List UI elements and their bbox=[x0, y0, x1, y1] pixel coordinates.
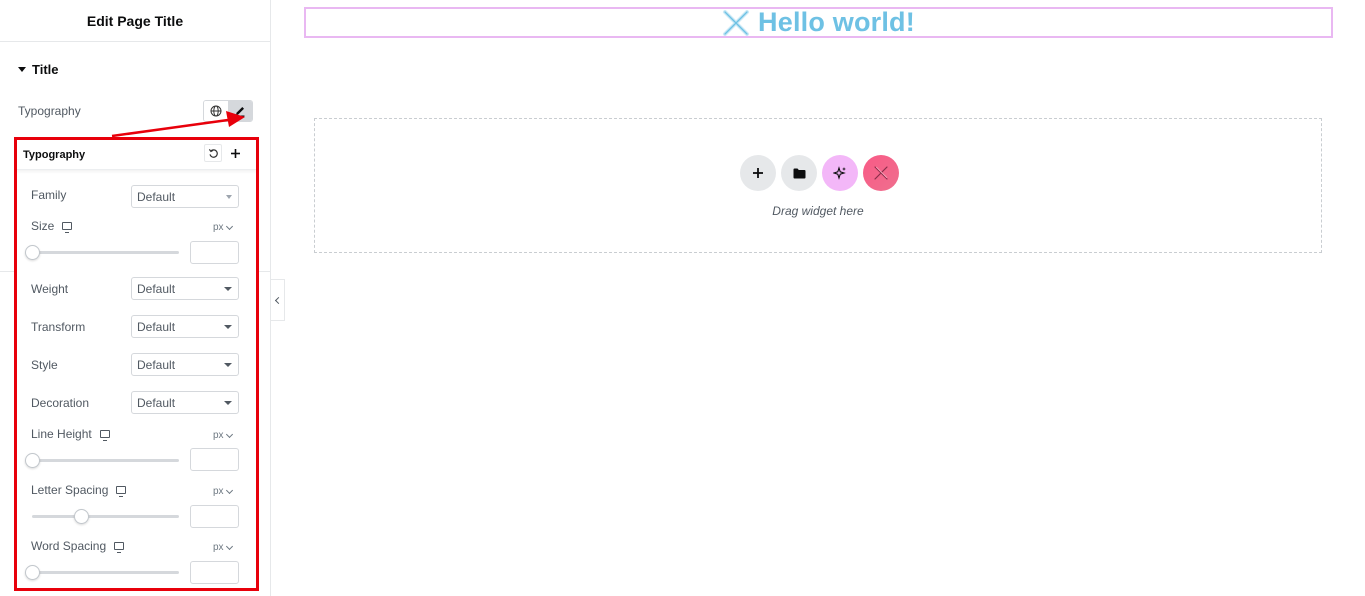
letter-spacing-label-text: Letter Spacing bbox=[31, 483, 109, 497]
ai-assistant-button[interactable] bbox=[822, 155, 858, 191]
section-toggle-title[interactable]: Title bbox=[18, 62, 59, 77]
word-spacing-unit-select[interactable]: px bbox=[213, 542, 233, 553]
size-input[interactable] bbox=[190, 241, 239, 264]
style-label-text: Style bbox=[31, 358, 58, 372]
size-slider[interactable] bbox=[25, 245, 179, 260]
chevron-down-icon bbox=[224, 363, 232, 367]
typography-controls bbox=[203, 100, 253, 122]
weight-select[interactable]: Default bbox=[131, 277, 239, 300]
drag-widget-hint: Drag widget here bbox=[772, 204, 864, 218]
typography-popover: Typography Family Default Size px Weight… bbox=[14, 137, 259, 591]
line-height-slider[interactable] bbox=[25, 453, 179, 468]
weight-label: Weight bbox=[31, 282, 68, 296]
panel-header: Edit Page Title bbox=[0, 0, 270, 42]
collapse-panel-button[interactable] bbox=[271, 279, 285, 321]
word-spacing-unit: px bbox=[213, 542, 224, 553]
plus-icon bbox=[753, 168, 763, 178]
letter-spacing-input[interactable] bbox=[190, 505, 239, 528]
style-label: Style bbox=[31, 358, 58, 372]
chevron-left-icon bbox=[274, 296, 283, 304]
page-title: Hello world! bbox=[758, 7, 915, 37]
chevron-down-icon bbox=[226, 195, 232, 199]
popover-title: Typography bbox=[23, 148, 86, 161]
monitor-icon[interactable] bbox=[114, 542, 125, 553]
chevron-down-icon bbox=[224, 325, 232, 329]
letter-spacing-slider-handle[interactable] bbox=[73, 509, 89, 524]
transform-label-text: Transform bbox=[31, 320, 86, 334]
word-spacing-label-text: Word Spacing bbox=[31, 539, 107, 553]
elementskit-icon bbox=[723, 9, 750, 36]
size-label: Size bbox=[31, 219, 73, 233]
pencil-icon[interactable] bbox=[228, 101, 252, 121]
family-label: Family bbox=[31, 188, 66, 202]
style-select[interactable]: Default bbox=[131, 353, 239, 376]
chevron-down-icon bbox=[224, 287, 232, 291]
size-label-text: Size bbox=[31, 219, 55, 233]
transform-label: Transform bbox=[31, 320, 85, 334]
decoration-label: Decoration bbox=[31, 396, 89, 410]
line-height-label: Line Height bbox=[31, 427, 110, 441]
family-label-text: Family bbox=[31, 188, 67, 202]
word-spacing-label: Word Spacing bbox=[31, 539, 125, 553]
weight-label-text: Weight bbox=[31, 282, 69, 296]
weight-value: Default bbox=[137, 281, 176, 296]
section-title-label: Title bbox=[32, 62, 59, 77]
reset-icon[interactable] bbox=[204, 144, 222, 162]
drop-zone-buttons bbox=[740, 155, 899, 191]
panel-title: Edit Page Title bbox=[86, 12, 184, 29]
page-title-widget[interactable]: Hello world! bbox=[304, 7, 1333, 38]
decoration-value: Default bbox=[137, 395, 176, 410]
line-height-unit-select[interactable]: px bbox=[213, 430, 233, 441]
empty-section-drop-zone[interactable]: Drag widget here bbox=[314, 118, 1322, 253]
style-value: Default bbox=[137, 357, 176, 372]
family-value: Default bbox=[137, 189, 176, 204]
letter-spacing-unit-select[interactable]: px bbox=[213, 486, 233, 497]
globe-icon[interactable] bbox=[204, 101, 228, 121]
plus-icon[interactable] bbox=[226, 144, 244, 162]
decoration-label-text: Decoration bbox=[31, 396, 90, 410]
size-unit-select[interactable]: px bbox=[213, 222, 233, 233]
sparkle-icon bbox=[833, 166, 846, 180]
chevron-down-icon bbox=[225, 430, 233, 438]
add-section-button[interactable] bbox=[740, 155, 776, 191]
popover-header: Typography bbox=[17, 140, 256, 170]
decoration-select[interactable]: Default bbox=[131, 391, 239, 414]
word-spacing-slider-handle[interactable] bbox=[25, 565, 40, 580]
chevron-down-icon bbox=[224, 401, 232, 405]
letter-spacing-slider[interactable] bbox=[32, 509, 179, 524]
chevron-down-icon bbox=[225, 222, 233, 230]
elementskit-library-button[interactable] bbox=[863, 155, 899, 191]
word-spacing-input[interactable] bbox=[190, 561, 239, 584]
monitor-icon[interactable] bbox=[116, 486, 127, 497]
size-unit: px bbox=[213, 222, 224, 233]
line-height-slider-handle[interactable] bbox=[25, 453, 40, 468]
folder-icon bbox=[793, 168, 805, 178]
line-height-unit: px bbox=[213, 430, 224, 441]
typography-label: Typography bbox=[18, 104, 81, 118]
letter-spacing-unit: px bbox=[213, 486, 224, 497]
line-height-input[interactable] bbox=[190, 448, 239, 471]
chevron-down-icon bbox=[225, 542, 233, 550]
add-template-button[interactable] bbox=[781, 155, 817, 191]
letter-spacing-label: Letter Spacing bbox=[31, 483, 127, 497]
caret-down-icon bbox=[18, 67, 26, 72]
family-select[interactable]: Default bbox=[131, 185, 239, 208]
transform-select[interactable]: Default bbox=[131, 315, 239, 338]
monitor-icon[interactable] bbox=[62, 222, 73, 233]
size-slider-handle[interactable] bbox=[25, 245, 40, 260]
word-spacing-slider[interactable] bbox=[25, 565, 179, 580]
transform-value: Default bbox=[137, 319, 176, 334]
monitor-icon[interactable] bbox=[99, 430, 110, 441]
line-height-label-text: Line Height bbox=[31, 427, 92, 441]
chevron-down-icon bbox=[225, 486, 233, 494]
elementskit-icon bbox=[874, 166, 888, 180]
